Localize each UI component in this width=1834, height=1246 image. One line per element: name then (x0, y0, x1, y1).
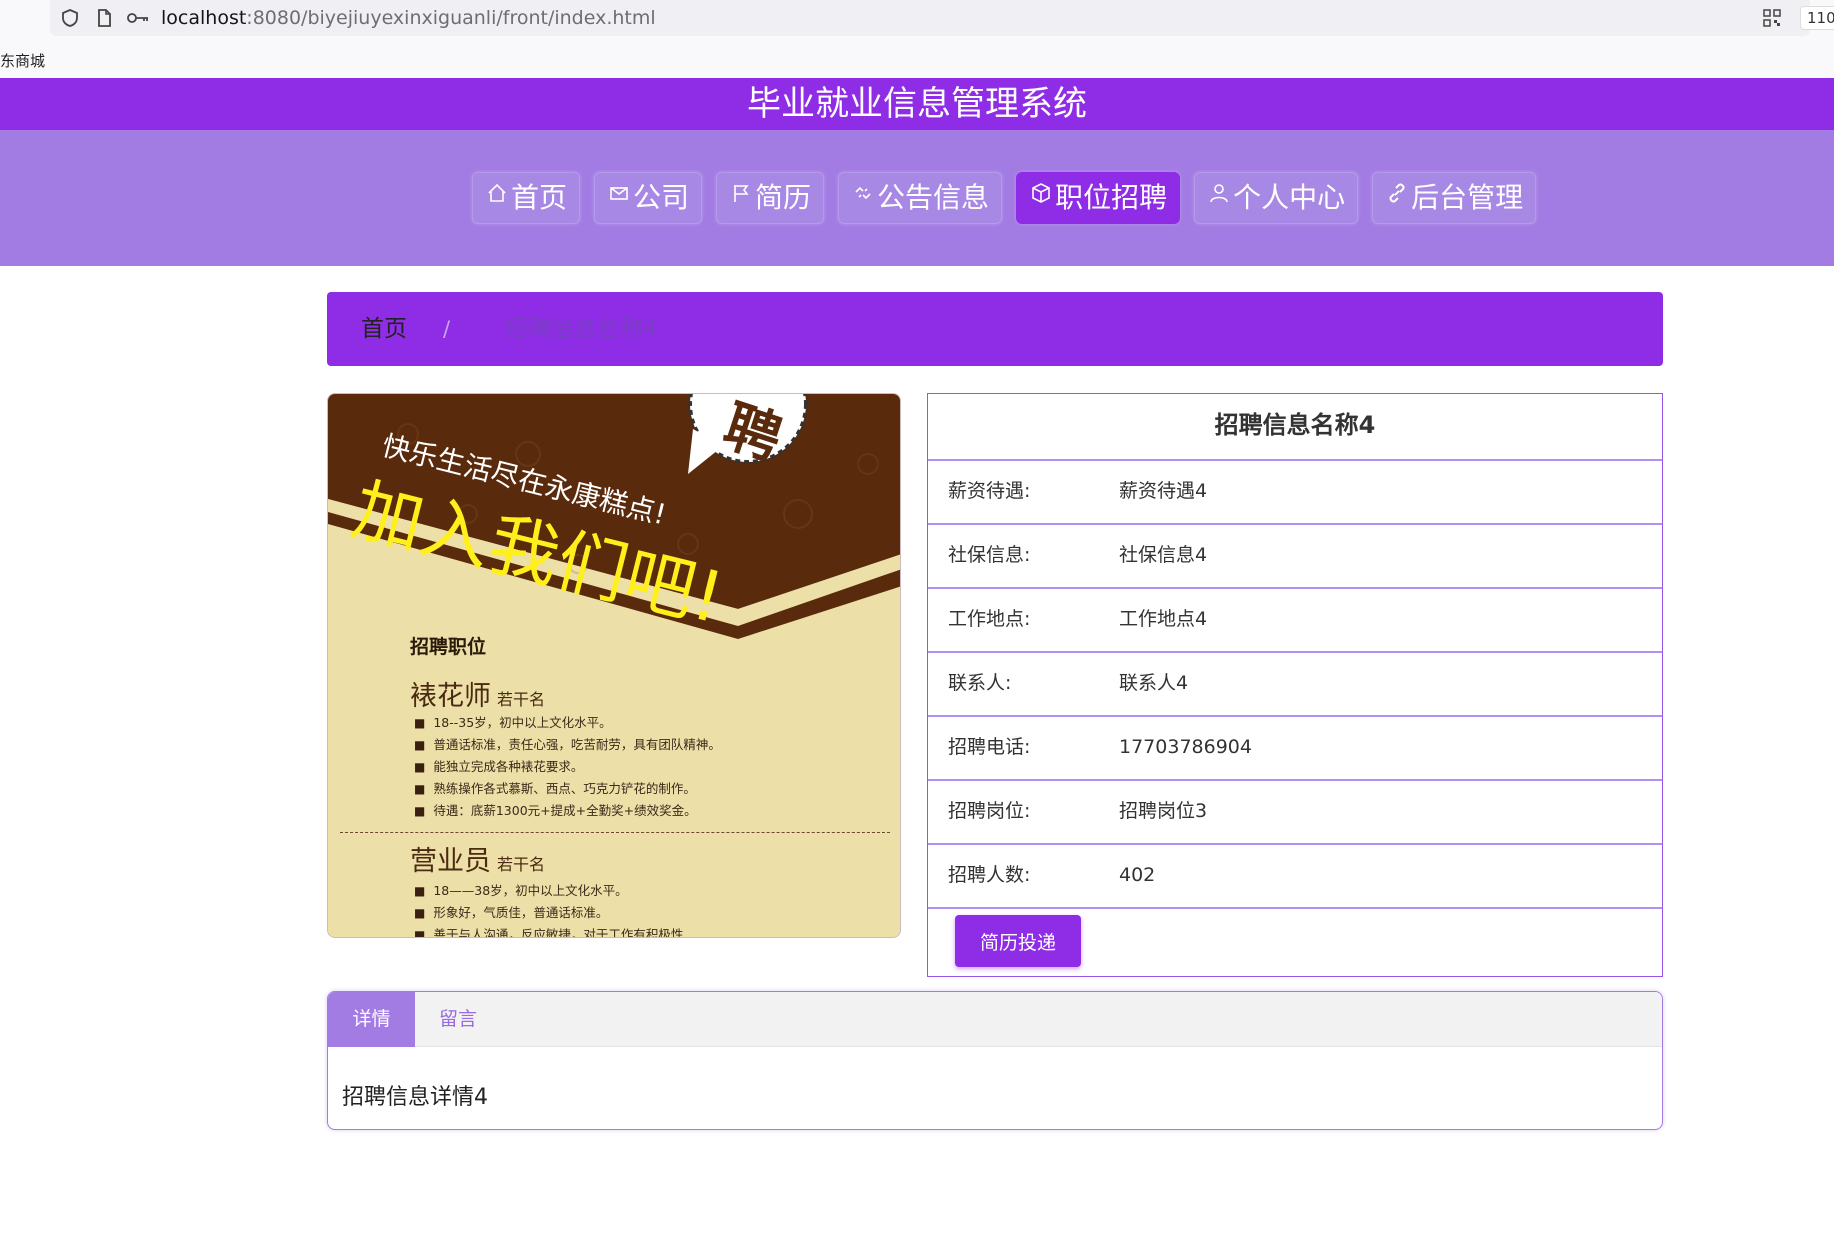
poster-job-requirements: 18——38岁，初中以上文化水平。 形象好，气质佳，普通话标准。 善于与人沟通，… (414, 880, 683, 937)
poster-job-count: 若干名 (497, 690, 546, 709)
mail-icon (607, 173, 631, 223)
nav-label: 后台管理 (1411, 181, 1524, 214)
info-label: 薪资待遇: (948, 480, 1031, 502)
info-value: 402 (1119, 864, 1156, 886)
url-text[interactable]: localhost:8080/biyejiuyexinxiguanli/fron… (161, 6, 656, 30)
nav-label: 简历 (755, 181, 812, 214)
poster-bullet: 普通话标准，责任心强，吃苦耐劳，具有团队精神。 (414, 734, 721, 756)
info-row-insurance: 社保信息: 社保信息4 (928, 523, 1662, 587)
nav-item-resume[interactable]: 简历 (716, 172, 825, 224)
info-value: 薪资待遇4 (1119, 480, 1208, 502)
breadcrumb-home[interactable]: 首页 (361, 314, 407, 344)
info-value: 招聘岗位3 (1119, 800, 1208, 822)
poster-bullet: 待遇：底薪1300元+提成+全勤奖+绩效奖金。 (414, 800, 721, 822)
job-poster-image: 聘 快乐生活尽在永康糕点! 加入我们吧! 招聘职位 裱花师若干名 18--35岁… (327, 393, 901, 938)
tab-content: 招聘信息详情4 (342, 1085, 488, 1110)
info-label: 招聘电话: (948, 736, 1031, 758)
site-title: 毕业就业信息管理系统 (747, 84, 1087, 124)
poster-bullet: 熟练操作各式慕斯、西点、巧克力铲花的制作。 (414, 778, 721, 800)
info-value: 社保信息4 (1119, 544, 1208, 566)
info-actions: 简历投递 (928, 907, 1662, 976)
poster-job-name: 裱花师 (410, 681, 491, 712)
broken-link-icon (851, 173, 875, 223)
bookmark-item[interactable]: 东商城 (0, 50, 45, 71)
tab-bar: 详情 留言 (328, 992, 1662, 1047)
url-host: localhost (161, 7, 247, 29)
poster-job-title: 营业员 若干名 (410, 839, 545, 878)
key-icon[interactable] (126, 8, 150, 28)
qr-code-icon[interactable] (1762, 8, 1782, 28)
poster-bullet: 18--35岁，初中以上文化水平。 (414, 712, 721, 734)
info-row-phone: 招聘电话: 17703786904 (928, 715, 1662, 779)
nav-label: 公告信息 (877, 181, 990, 214)
tab-comments[interactable]: 留言 (415, 992, 501, 1047)
url-rest: :8080/biyejiuyexinxiguanli/front/index.h… (246, 7, 656, 29)
info-row-salary: 薪资待遇: 薪资待遇4 (928, 459, 1662, 523)
site-header: 毕业就业信息管理系统 (0, 78, 1834, 130)
info-row-headcount: 招聘人数: 402 (928, 843, 1662, 907)
job-info-panel: 招聘信息名称4 薪资待遇: 薪资待遇4 社保信息: 社保信息4 工作地点: 工作… (927, 393, 1663, 977)
nav-item-home[interactable]: 首页 (472, 172, 581, 224)
nav-label: 个人中心 (1233, 181, 1346, 214)
nav-label: 职位招聘 (1055, 181, 1168, 214)
nav-item-profile[interactable]: 个人中心 (1194, 172, 1359, 224)
main-nav: 首页 公司 简历 公告信息 职位招聘 个人中心 后台管理 (0, 130, 1834, 266)
browser-toolbar: localhost:8080/biyejiuyexinxiguanli/fron… (0, 0, 1834, 36)
poster-divider (340, 832, 890, 833)
tab-details[interactable]: 详情 (328, 992, 415, 1047)
shield-icon[interactable] (60, 8, 80, 28)
info-row-contact: 联系人: 联系人4 (928, 651, 1662, 715)
poster-bullet: 18——38岁，初中以上文化水平。 (414, 880, 683, 902)
cube-icon (1029, 173, 1053, 223)
poster-bullet: 形象好，气质佳，普通话标准。 (414, 902, 683, 924)
address-bar[interactable]: localhost:8080/biyejiuyexinxiguanli/fron… (50, 0, 1810, 36)
breadcrumb: 首页 / 招聘信息名称4 (327, 292, 1663, 366)
poster-job-count: 若干名 (497, 855, 546, 874)
breadcrumb-separator: / (443, 317, 451, 341)
home-icon (485, 173, 509, 223)
info-label: 社保信息: (948, 544, 1031, 566)
poster-job-title: 裱花师 若干名 (410, 674, 545, 713)
zoom-level[interactable]: 110% (1800, 6, 1834, 30)
breadcrumb-current: 招聘信息名称4 (505, 316, 658, 342)
link-icon (1385, 173, 1409, 223)
nav-item-company[interactable]: 公司 (594, 172, 703, 224)
job-title: 招聘信息名称4 (1214, 411, 1376, 439)
nav-label: 公司 (633, 181, 690, 214)
page-icon (94, 8, 114, 28)
info-row-location: 工作地点: 工作地点4 (928, 587, 1662, 651)
info-label: 工作地点: (948, 608, 1031, 630)
info-value: 联系人4 (1119, 672, 1189, 694)
nav-list: 首页 公司 简历 公告信息 职位招聘 个人中心 后台管理 (472, 172, 1537, 224)
user-icon (1207, 173, 1231, 223)
info-row-position: 招聘岗位: 招聘岗位3 (928, 779, 1662, 843)
nav-item-announcements[interactable]: 公告信息 (838, 172, 1003, 224)
info-label: 招聘人数: (948, 864, 1031, 886)
info-value: 17703786904 (1119, 736, 1252, 758)
nav-item-admin[interactable]: 后台管理 (1372, 172, 1537, 224)
info-label: 联系人: (948, 672, 1012, 694)
poster-section-title: 招聘职位 (410, 636, 487, 658)
poster-job-requirements: 18--35岁，初中以上文化水平。 普通话标准，责任心强，吃苦耐劳，具有团队精神… (414, 712, 721, 822)
submit-resume-button[interactable]: 简历投递 (955, 915, 1081, 967)
info-value: 工作地点4 (1119, 608, 1208, 630)
bookmarks-bar (0, 36, 1834, 78)
poster-bullet: 能独立完成各种裱花要求。 (414, 756, 721, 778)
flag-icon (729, 173, 753, 223)
poster-bullet: 善于与人沟通，反应敏捷，对于工作有积极性 (414, 924, 683, 937)
nav-label: 首页 (511, 181, 568, 214)
info-label: 招聘岗位: (948, 800, 1031, 822)
nav-item-jobs[interactable]: 职位招聘 (1016, 172, 1181, 224)
poster-job-name: 营业员 (410, 846, 491, 877)
detail-tabs-panel: 详情 留言 招聘信息详情4 (327, 991, 1663, 1130)
